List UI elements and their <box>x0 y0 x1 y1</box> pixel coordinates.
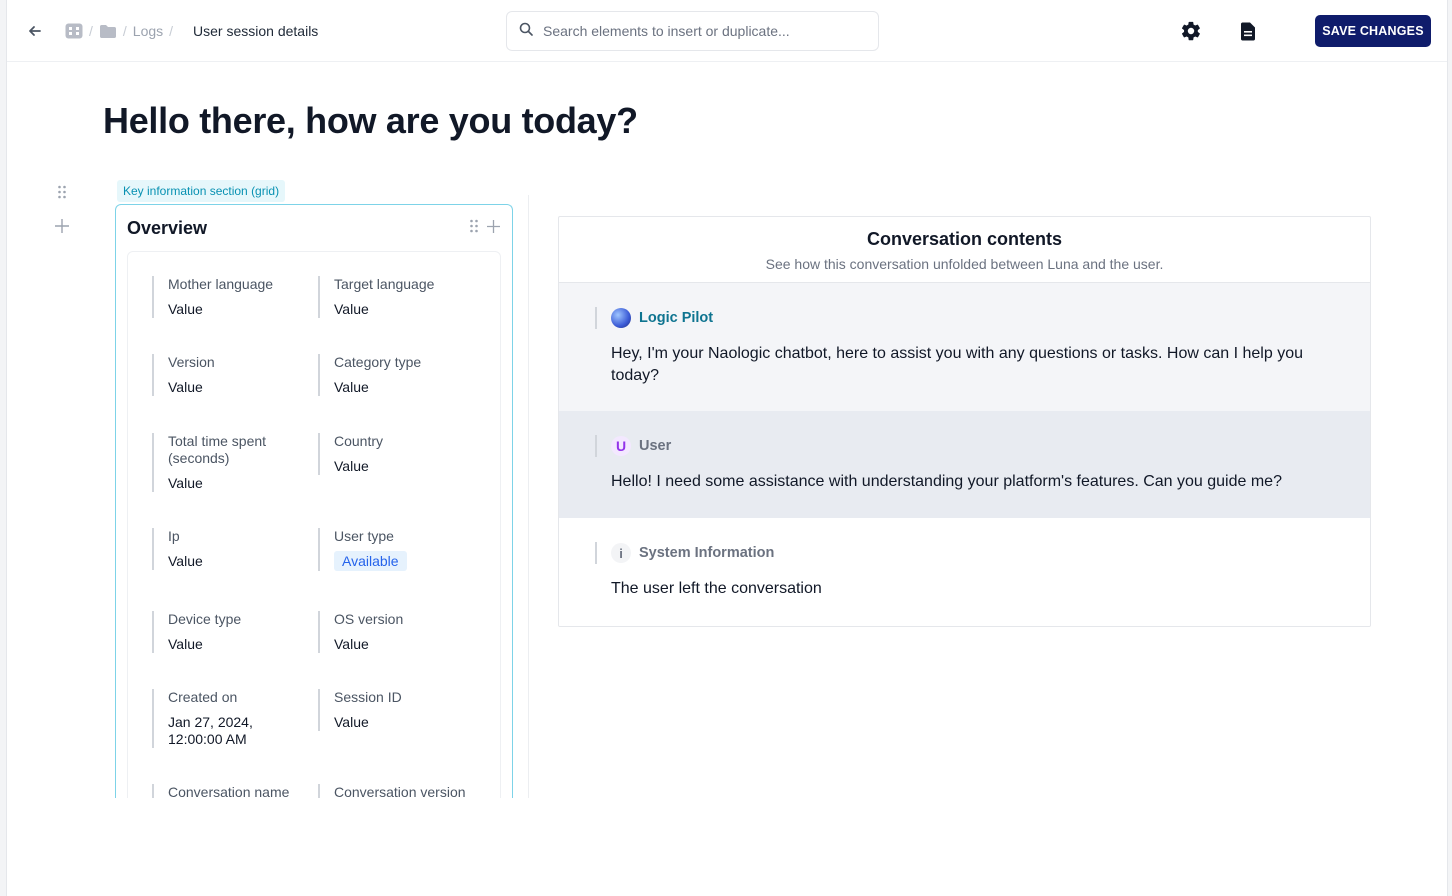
field-created-on: Created on Jan 27, 2024, 12:00:00 AM <box>152 689 272 748</box>
document-icon[interactable] <box>1236 19 1260 43</box>
field-value: Value <box>334 379 369 395</box>
field-total-time-spent: Total time spent (seconds) Value <box>152 433 292 492</box>
info-icon: i <box>611 543 631 563</box>
breadcrumb-separator: / <box>169 23 174 39</box>
search-icon <box>519 22 533 41</box>
field-value: Value <box>168 475 203 491</box>
field-value: Value <box>168 379 203 395</box>
page-title: Hello there, how are you today? <box>103 100 638 141</box>
search-box[interactable] <box>506 11 879 51</box>
field-value: Value <box>168 636 203 652</box>
message-header: U User <box>595 435 671 457</box>
field-label: Country <box>334 433 384 449</box>
message-text: Hello! I need some assistance with under… <box>611 473 1282 490</box>
overview-tools <box>469 219 500 238</box>
field-label: Created on <box>168 689 238 705</box>
field-value: Value <box>334 714 369 730</box>
field-label: Conversation name <box>168 784 290 798</box>
field-label: OS version <box>334 611 404 627</box>
field-value: Value <box>168 553 203 569</box>
field-mother-language: Mother language Value <box>152 276 273 318</box>
field-label: Device type <box>168 611 242 627</box>
message-header: Logic Pilot <box>595 307 713 329</box>
conversation-title: Conversation contents <box>866 229 1063 249</box>
drag-handle-icon[interactable] <box>57 185 67 204</box>
field-label: User type <box>334 528 394 544</box>
field-value: Jan 27, 2024, 12:00:00 AM <box>168 714 253 747</box>
field-label: Target language <box>334 276 435 292</box>
field-version: Version Value <box>152 354 215 396</box>
field-os-version: OS version Value <box>318 611 403 653</box>
field-conversation-version: Conversation version <box>318 784 466 798</box>
status-badge: Available <box>334 551 407 571</box>
app-frame: / / Logs / User session details SAVE CHA… <box>6 0 1448 896</box>
field-category-type: Category type Value <box>318 354 421 396</box>
bot-avatar <box>611 308 631 328</box>
field-session-id: Session ID Value <box>318 689 402 731</box>
field-conversation-name: Conversation name <box>152 784 289 798</box>
message-sender: User <box>639 438 672 454</box>
message-text: The user left the conversation <box>611 580 822 597</box>
message-sender: Logic Pilot <box>639 310 714 326</box>
breadcrumb-separator: / <box>122 23 127 39</box>
user-avatar: U <box>611 436 631 456</box>
field-label: Session ID <box>334 689 402 705</box>
breadcrumb-current: User session details <box>193 23 319 39</box>
message-sender: System Information <box>639 545 775 561</box>
message-user: U User Hello! I need some assistance wit… <box>559 411 1370 518</box>
field-label: Total time spent (seconds) <box>168 433 267 466</box>
field-value: Value <box>334 636 369 652</box>
conversation-panel: Conversation contents See how this conve… <box>558 216 1371 627</box>
conversation-header: Conversation contents See how this conve… <box>559 217 1370 283</box>
grid-icon[interactable] <box>65 23 83 39</box>
field-label: Category type <box>334 354 422 370</box>
field-ip: Ip Value <box>152 528 203 570</box>
field-label: Version <box>168 354 215 370</box>
field-value: Value <box>334 301 369 317</box>
message-system: i System Information The user left the c… <box>559 518 1370 626</box>
breadcrumb-separator: / <box>89 23 93 39</box>
field-label: Mother language <box>168 276 274 292</box>
back-arrow-icon[interactable] <box>25 21 45 41</box>
message-text: Hey, I'm your Naologic chatbot, here to … <box>611 345 1303 384</box>
top-bar: / / Logs / User session details SAVE CHA… <box>7 0 1447 62</box>
field-value: Value <box>168 301 203 317</box>
save-changes-button[interactable]: SAVE CHANGES <box>1315 15 1431 47</box>
drag-handle-icon[interactable] <box>469 219 479 238</box>
field-value: Value <box>334 458 369 474</box>
folder-icon[interactable] <box>99 24 117 39</box>
message-header: i System Information <box>595 542 774 564</box>
field-label: Ip <box>168 528 180 544</box>
breadcrumb-logs[interactable]: Logs <box>133 23 163 39</box>
field-country: Country Value <box>318 433 383 475</box>
gear-icon[interactable] <box>1179 19 1203 43</box>
overview-card[interactable]: Overview Mother language Value Target la… <box>115 204 513 798</box>
overview-grid: Mother language Value Target language Va… <box>127 251 501 798</box>
message-bot: Logic Pilot Hey, I'm your Naologic chatb… <box>559 283 1370 411</box>
overview-title: Overview <box>127 218 208 238</box>
section-tag: Key information section (grid) <box>117 180 286 202</box>
breadcrumb: / / Logs / User session details <box>65 19 318 43</box>
field-label: Conversation version <box>334 784 466 798</box>
field-user-type: User type Available <box>318 528 407 571</box>
field-device-type: Device type Value <box>152 611 241 653</box>
field-target-language: Target language Value <box>318 276 434 318</box>
column-divider <box>528 195 529 798</box>
search-input[interactable] <box>543 23 863 39</box>
plus-icon[interactable] <box>487 219 500 238</box>
conversation-subtitle: See how this conversation unfolded betwe… <box>765 256 1164 272</box>
plus-icon[interactable] <box>55 216 69 239</box>
